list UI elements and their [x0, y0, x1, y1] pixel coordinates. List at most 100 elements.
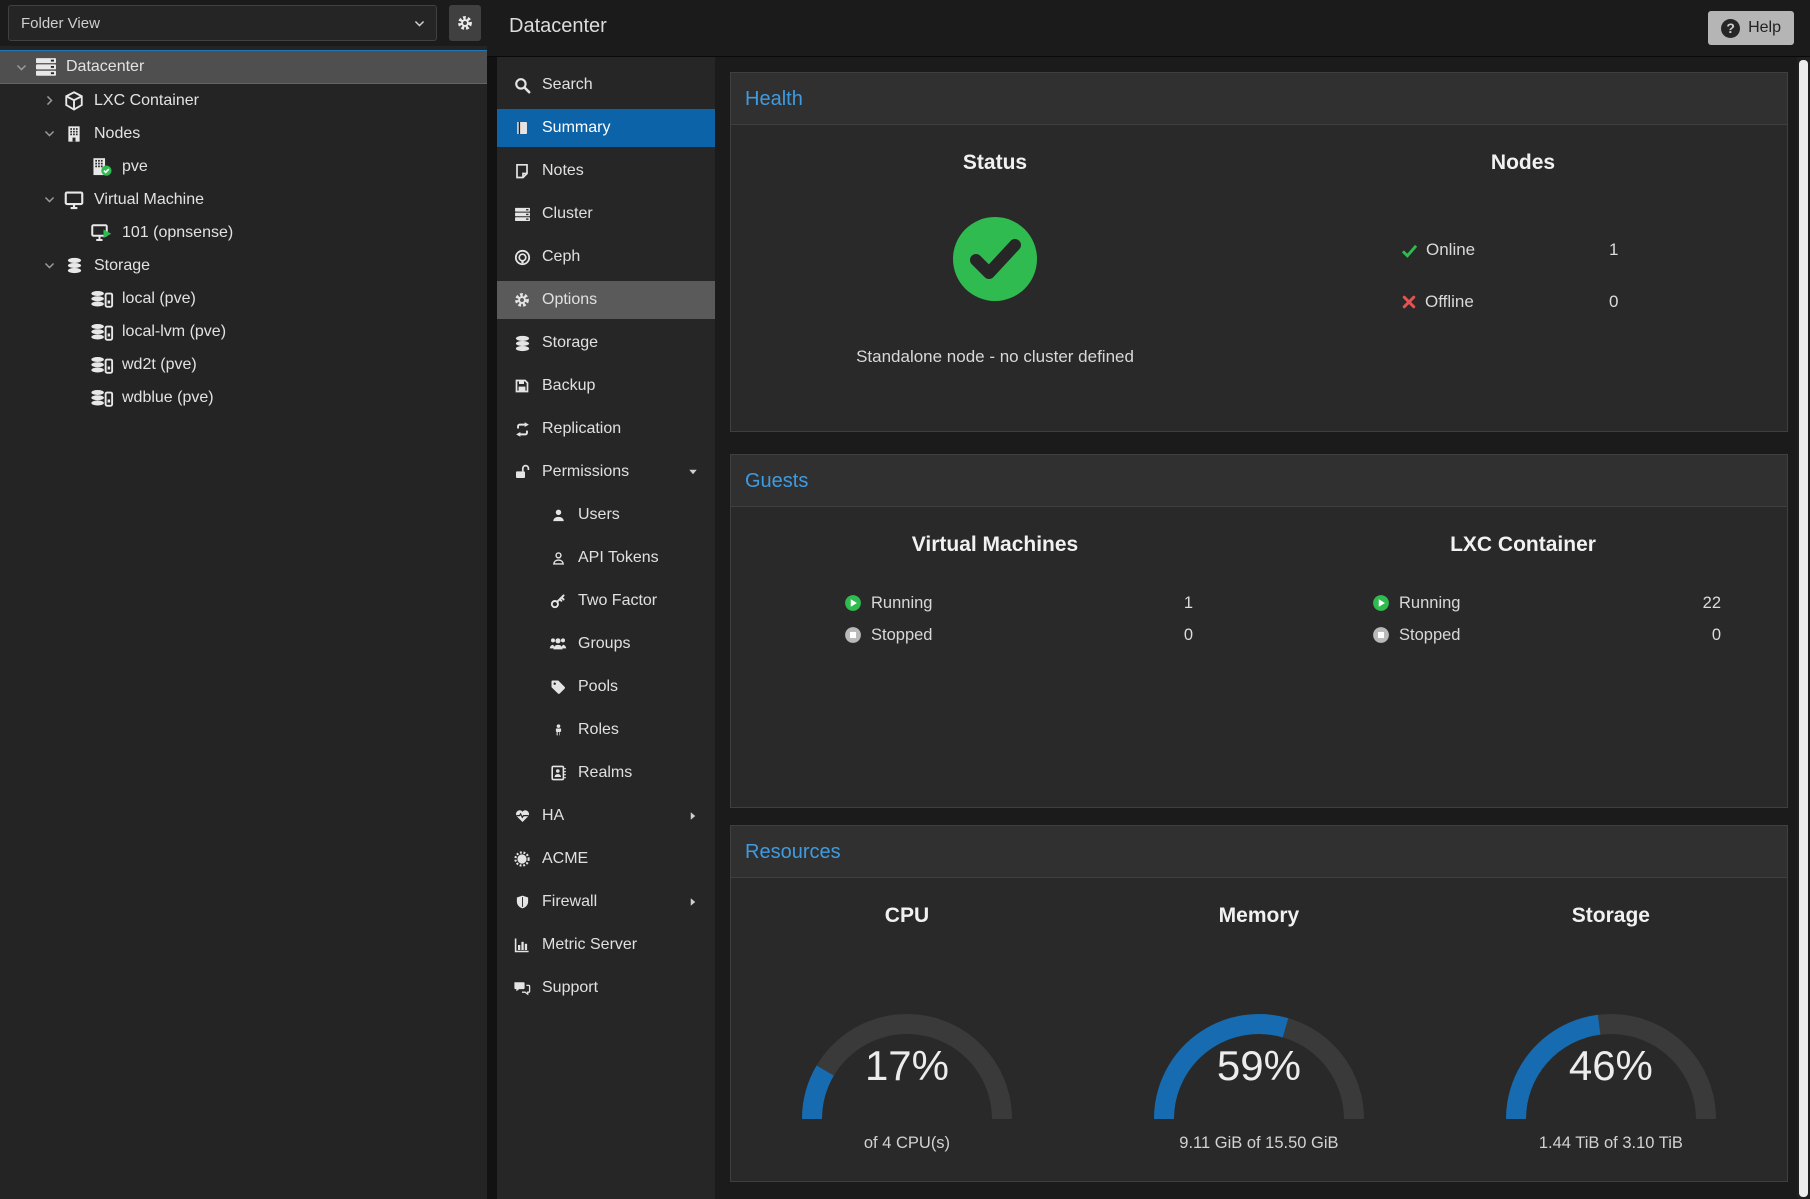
nav-item-cluster[interactable]: Cluster	[497, 195, 715, 233]
nav-item-roles[interactable]: Roles	[497, 711, 715, 749]
storage-usage-gauge: 46% 1.44 TiB of 3.10 TiB	[1496, 1004, 1726, 1174]
caret-right-icon	[687, 810, 699, 822]
tree-item-storage[interactable]: Storage	[0, 249, 487, 282]
nav-item-label: API Tokens	[578, 549, 659, 567]
nav-item-summary[interactable]: Summary	[497, 109, 715, 147]
cube-icon	[60, 91, 88, 111]
chevron-down-icon[interactable]	[40, 259, 58, 272]
unlock-icon	[512, 464, 532, 480]
tree-item-local-lvm-pve[interactable]: local-lvm (pve)	[0, 315, 487, 348]
chevron-down-icon[interactable]	[12, 61, 30, 74]
nav-item-label: Cluster	[542, 205, 593, 223]
node-status-row-offline: Offline 0	[1259, 285, 1787, 319]
acme-icon	[512, 851, 532, 867]
guest-status-value: 0	[1061, 621, 1193, 649]
user-outline-icon	[548, 551, 568, 566]
nav-item-metric-server[interactable]: Metric Server	[497, 926, 715, 964]
tree-item-virtual-machine[interactable]: Virtual Machine	[0, 183, 487, 216]
guests-column-heading: LXC Container	[1450, 533, 1596, 557]
nav-item-two-factor[interactable]: Two Factor	[497, 582, 715, 620]
view-mode-select[interactable]: Folder View	[8, 5, 437, 41]
nav-item-search[interactable]: Search	[497, 66, 715, 104]
tree-item-lxc-container[interactable]: LXC Container	[0, 84, 487, 117]
person-icon	[548, 723, 568, 738]
database-icon	[60, 257, 88, 274]
nav-item-ha[interactable]: HA	[497, 797, 715, 835]
tree-item-101-opnsense[interactable]: 101 (opnsense)	[0, 216, 487, 249]
nav-item-backup[interactable]: Backup	[497, 367, 715, 405]
nav-item-label: Support	[542, 979, 598, 997]
nav-item-ceph[interactable]: Ceph	[497, 238, 715, 276]
node-status-value: 0	[1609, 285, 1618, 319]
tag-icon	[548, 679, 568, 695]
nav-item-notes[interactable]: Notes	[497, 152, 715, 190]
nav-item-groups[interactable]: Groups	[497, 625, 715, 663]
guests-column-lxc-container: LXC Container Running 22 Stopped 0	[1259, 507, 1787, 807]
guest-status-row-lxc-container-running: Running 22	[1259, 589, 1787, 617]
nav-item-label: HA	[542, 807, 564, 825]
replication-icon	[512, 421, 532, 438]
guest-status-row-virtual-machines-running: Running 1	[731, 589, 1259, 617]
guests-panel-title: Guests	[731, 455, 1787, 507]
heartbeat-icon	[512, 808, 532, 824]
tree-item-wd2t-pve[interactable]: wd2t (pve)	[0, 348, 487, 381]
nav-item-label: Permissions	[542, 463, 629, 481]
guest-status-label: Running	[1399, 594, 1460, 613]
chevron-down-icon[interactable]	[40, 193, 58, 206]
resource-column-storage: Storage 46% 1.44 TiB of 3.10 TiB	[1435, 878, 1787, 1181]
gauge-detail: 1.44 TiB of 3.10 TiB	[1436, 1134, 1786, 1153]
nav-item-storage[interactable]: Storage	[497, 324, 715, 362]
node-status-label: Online	[1426, 240, 1475, 260]
nav-item-label: Options	[542, 291, 597, 309]
search-icon	[512, 77, 532, 94]
tree-item-label: LXC Container	[94, 92, 199, 110]
scrollbar-thumb[interactable]	[1799, 60, 1808, 1197]
nav-item-acme[interactable]: ACME	[497, 840, 715, 878]
chevron-right-icon[interactable]	[40, 94, 58, 107]
gauge-detail: of 4 CPU(s)	[732, 1134, 1082, 1153]
nav-item-options[interactable]: Options	[497, 281, 715, 319]
resource-column-cpu: CPU 17% of 4 CPU(s)	[731, 878, 1083, 1181]
nav-item-support[interactable]: Support	[497, 969, 715, 1007]
cpu-usage-gauge: 17% of 4 CPU(s)	[792, 1004, 1022, 1174]
nav-item-pools[interactable]: Pools	[497, 668, 715, 706]
nav-item-label: Metric Server	[542, 936, 637, 954]
tree-toolbar: Folder View	[0, 0, 487, 46]
shield-icon	[512, 894, 532, 910]
nav-item-users[interactable]: Users	[497, 496, 715, 534]
resource-tree-panel: Folder View Datacenter LXC Container Nod…	[0, 0, 487, 1199]
chevron-down-icon[interactable]	[40, 127, 58, 140]
nav-item-label: Storage	[542, 334, 598, 352]
nav-item-replication[interactable]: Replication	[497, 410, 715, 448]
nav-item-label: Search	[542, 76, 593, 94]
tree-item-pve[interactable]: pve	[0, 150, 487, 183]
tree-item-local-pve[interactable]: local (pve)	[0, 282, 487, 315]
tree-item-label: pve	[122, 158, 148, 176]
chevron-down-icon	[413, 17, 426, 30]
tree-settings-button[interactable]	[449, 5, 481, 41]
stopped-icon	[844, 626, 862, 644]
help-button[interactable]: ? Help	[1708, 11, 1794, 45]
caret-right-icon	[687, 896, 699, 908]
nav-item-permissions[interactable]: Permissions	[497, 453, 715, 491]
tree-item-datacenter[interactable]: Datacenter	[0, 50, 487, 84]
chart-icon	[512, 937, 532, 953]
node-status-label: Offline	[1425, 292, 1474, 312]
nav-item-api-tokens[interactable]: API Tokens	[497, 539, 715, 577]
tree-item-label: Virtual Machine	[94, 191, 204, 209]
question-icon: ?	[1721, 19, 1740, 38]
storage-item-icon	[88, 355, 116, 375]
address-book-icon	[548, 765, 568, 781]
tree-item-label: 101 (opnsense)	[122, 224, 233, 242]
health-panel: Health Status Standalone node - no clust…	[730, 72, 1788, 432]
tree-item-nodes[interactable]: Nodes	[0, 117, 487, 150]
gear-icon	[457, 15, 473, 31]
nav-item-realms[interactable]: Realms	[497, 754, 715, 792]
tree-item-wdblue-pve[interactable]: wdblue (pve)	[0, 381, 487, 414]
status-heading: Status	[963, 151, 1027, 175]
nav-item-firewall[interactable]: Firewall	[497, 883, 715, 921]
nav-item-label: Realms	[578, 764, 632, 782]
memory-usage-gauge: 59% 9.11 GiB of 15.50 GiB	[1144, 1004, 1374, 1174]
nav-item-label: Firewall	[542, 893, 597, 911]
top-bar: Datacenter ? Help	[487, 0, 1810, 57]
